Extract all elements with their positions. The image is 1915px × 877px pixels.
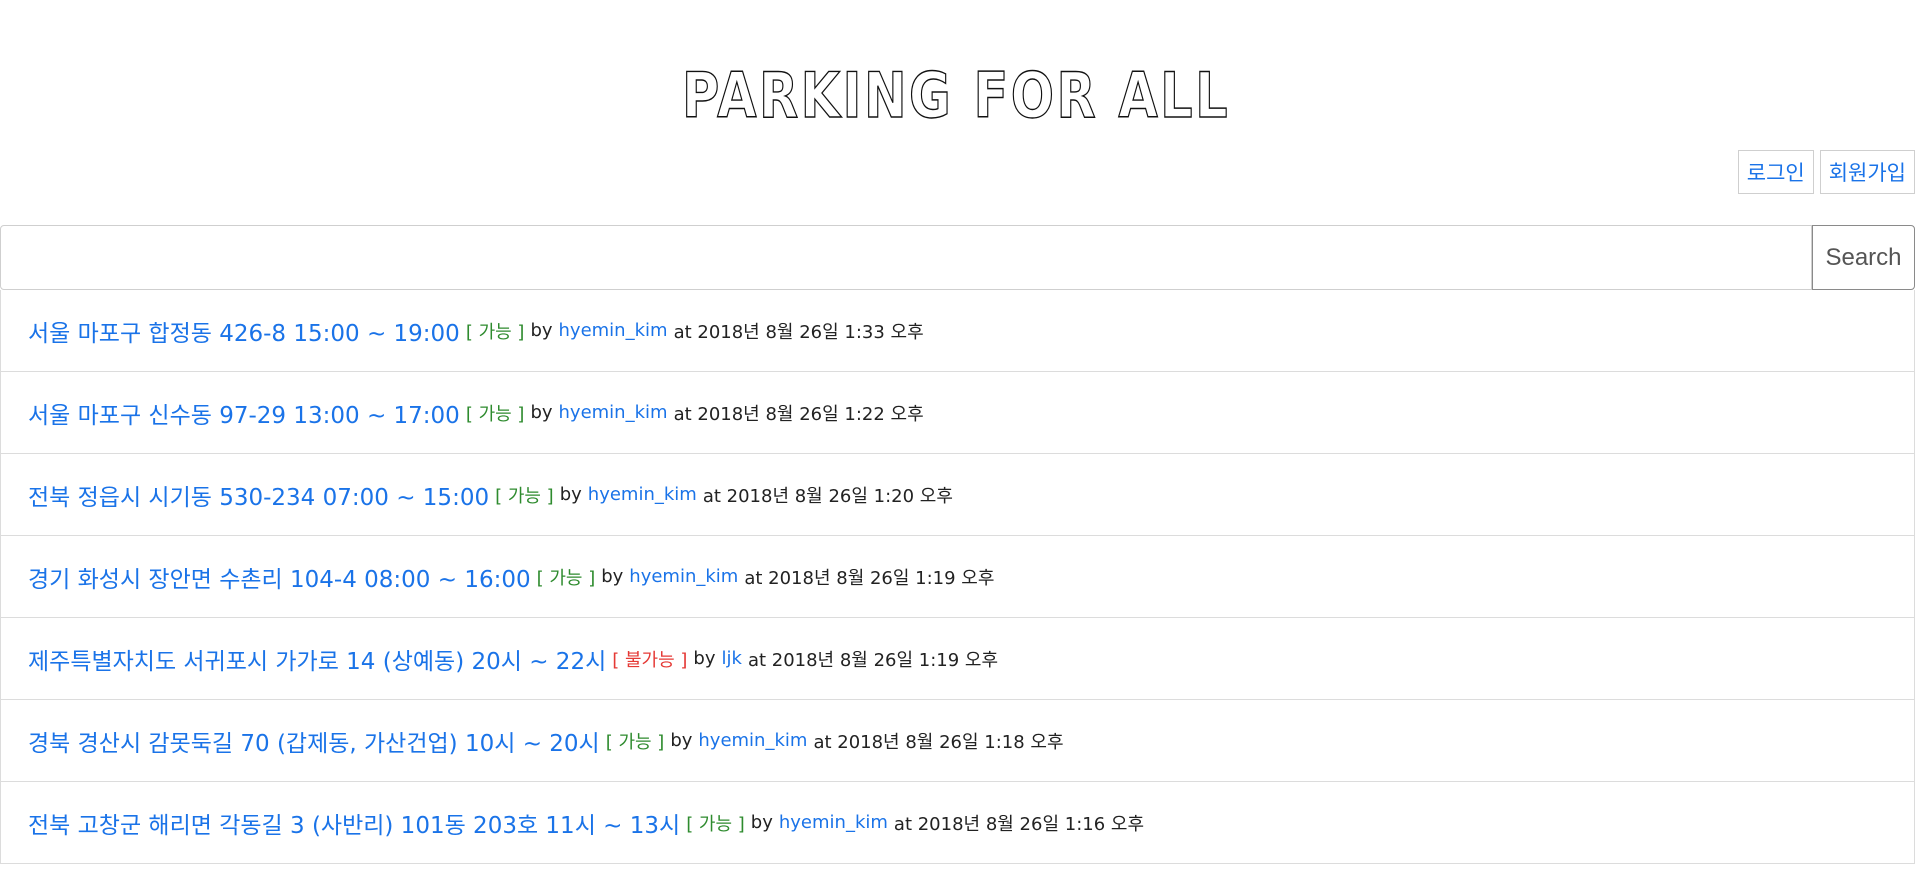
by-label: by [601,566,624,587]
by-label: by [530,320,553,341]
availability-badge: [ 가능 ] [536,567,596,589]
by-label: by [670,730,693,751]
by-label: by [693,648,716,669]
list-item: 경북 경산시 감못둑길 70 (갑제동, 가산건업) 10시 ~ 20시 [ 가… [0,700,1915,782]
availability-badge: [ 불가능 ] [612,649,688,671]
post-timestamp: at 2018년 8월 26일 1:19 오후 [744,567,995,589]
author-link[interactable]: hyemin_kim [588,484,697,505]
post-timestamp: at 2018년 8월 26일 1:16 오후 [893,813,1145,835]
availability-badge: [ 가능 ] [465,321,525,343]
author-link[interactable]: ljk [722,648,742,669]
login-button[interactable]: 로그인 [1737,150,1814,194]
post-title-link[interactable]: 서울 마포구 신수동 97-29 13:00 ~ 17:00 [28,396,460,430]
list-item: 경기 화성시 장안면 수촌리 104-4 08:00 ~ 16:00 [ 가능 … [0,536,1915,618]
availability-badge: [ 가능 ] [605,731,665,753]
post-title-link[interactable]: 전북 고창군 해리면 각동길 3 (사반리) 101동 203호 11시 ~ 1… [28,806,680,840]
search-input[interactable] [0,225,1812,290]
post-title-link[interactable]: 제주특별자치도 서귀포시 가가로 14 (상예동) 20시 ~ 22시 [28,642,606,676]
svg-text:PARKING FOR ALL: PARKING FOR ALL [682,60,1230,124]
signup-button[interactable]: 회원가입 [1819,150,1915,194]
author-link[interactable]: hyemin_kim [629,566,738,587]
list-item: 서울 마포구 합정동 426-8 15:00 ~ 19:00 [ 가능 ] by… [0,290,1915,372]
post-title-link[interactable]: 경북 경산시 감못둑길 70 (갑제동, 가산건업) 10시 ~ 20시 [28,724,600,758]
post-list: 서울 마포구 합정동 426-8 15:00 ~ 19:00 [ 가능 ] by… [0,290,1915,864]
page-header: .l1 { font-family: "DejaVu Sans", sans-s… [0,0,1915,222]
by-label: by [750,812,773,833]
by-label: by [530,402,553,423]
brand-logo-svg: .l1 { font-family: "DejaVu Sans", sans-s… [680,60,1231,124]
author-link[interactable]: hyemin_kim [559,402,668,423]
brand-logo[interactable]: .l1 { font-family: "DejaVu Sans", sans-s… [680,60,1235,124]
availability-badge: [ 가능 ] [686,813,745,835]
post-timestamp: at 2018년 8월 26일 1:22 오후 [673,403,924,425]
author-link[interactable]: hyemin_kim [559,320,668,341]
list-item: 전북 고창군 해리면 각동길 3 (사반리) 101동 203호 11시 ~ 1… [0,782,1915,864]
post-title-link[interactable]: 서울 마포구 합정동 426-8 15:00 ~ 19:00 [28,314,460,348]
post-timestamp: at 2018년 8월 26일 1:33 오후 [673,321,924,343]
post-timestamp: at 2018년 8월 26일 1:18 오후 [813,731,1064,753]
list-item: 서울 마포구 신수동 97-29 13:00 ~ 17:00 [ 가능 ] by… [0,372,1915,454]
post-timestamp: at 2018년 8월 26일 1:19 오후 [747,649,999,671]
post-title-link[interactable]: 전북 정읍시 시기동 530-234 07:00 ~ 15:00 [28,478,489,512]
logo-inline-strokes: PARKING FOR ALL PARKING FOR ALL PARKING … [680,60,1231,124]
post-timestamp: at 2018년 8월 26일 1:20 오후 [702,485,953,507]
availability-badge: [ 가능 ] [495,485,554,507]
list-item: 제주특별자치도 서귀포시 가가로 14 (상예동) 20시 ~ 22시 [ 불가… [0,618,1915,700]
search-button[interactable]: Search [1812,225,1915,290]
list-item: 전북 정읍시 시기동 530-234 07:00 ~ 15:00 [ 가능 ] … [0,454,1915,536]
author-link[interactable]: hyemin_kim [779,812,888,833]
post-title-link[interactable]: 경기 화성시 장안면 수촌리 104-4 08:00 ~ 16:00 [28,560,531,594]
author-link[interactable]: hyemin_kim [698,730,807,751]
by-label: by [559,484,582,505]
search-bar: Search [0,225,1915,290]
availability-badge: [ 가능 ] [465,403,525,425]
auth-buttons: 로그인 회원가입 [1737,150,1915,194]
